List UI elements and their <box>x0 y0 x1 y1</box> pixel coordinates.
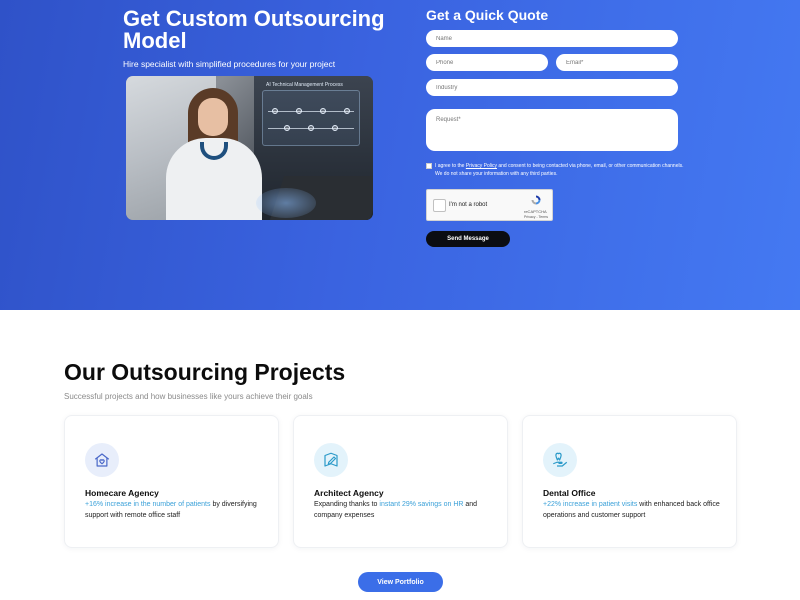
privacy-policy-link[interactable]: Privacy Policy <box>466 163 497 169</box>
hero-title: Get Custom Outsourcing Model <box>123 6 385 53</box>
card-desc-lead: Expanding thanks to <box>314 501 380 508</box>
project-card-dental: Dental Office +22% increase in patient v… <box>522 415 737 548</box>
person-face <box>198 98 228 136</box>
hologram-node <box>272 108 278 114</box>
blueprint-pen-icon <box>314 443 348 477</box>
hero-image-overlay-text: AI Technical Management Process <box>266 82 343 88</box>
name-input[interactable] <box>426 30 678 47</box>
hologram-glow <box>256 188 316 218</box>
card-desc-highlight: +22% increase in patient visits <box>543 501 638 508</box>
hero-subtitle: Hire specialist with simplified procedur… <box>123 59 336 69</box>
quote-form-title: Get a Quick Quote <box>426 7 549 23</box>
projects-subtitle: Successful projects and how businesses l… <box>64 392 313 401</box>
project-card-architect: Architect Agency Expanding thanks to ins… <box>293 415 508 548</box>
hologram-node <box>344 108 350 114</box>
send-message-button[interactable]: Send Message <box>426 231 510 247</box>
hologram-node <box>296 108 302 114</box>
tooth-hand-icon <box>543 443 577 477</box>
request-textarea[interactable] <box>426 109 678 151</box>
consent-checkbox[interactable] <box>426 163 432 169</box>
hologram-panel <box>262 90 360 146</box>
hologram-node <box>332 125 338 131</box>
industry-input[interactable] <box>426 79 678 96</box>
phone-input[interactable] <box>426 54 548 71</box>
email-input[interactable] <box>556 54 678 71</box>
hologram-node <box>320 108 326 114</box>
project-card-title: Architect Agency <box>314 488 384 498</box>
recaptcha-terms-link[interactable]: Privacy - Terms <box>524 215 548 219</box>
project-card-title: Dental Office <box>543 488 596 498</box>
hologram-node <box>308 125 314 131</box>
recaptcha-label: I'm not a robot <box>449 202 488 208</box>
consent-text: I agree to the Privacy Policy and consen… <box>435 162 685 178</box>
recaptcha-logo-icon <box>531 195 541 205</box>
view-portfolio-button[interactable]: View Portfolio <box>358 572 443 592</box>
recaptcha-widget: I'm not a robot reCAPTCHA Privacy - Term… <box>426 189 553 221</box>
hero-section: Get Custom Outsourcing Model Hire specia… <box>0 0 800 310</box>
project-card-title: Homecare Agency <box>85 488 159 498</box>
project-card-homecare: Homecare Agency +16% increase in the num… <box>64 415 279 548</box>
recaptcha-checkbox[interactable] <box>433 199 446 212</box>
project-card-description: +22% increase in patient visits with enh… <box>543 499 723 521</box>
project-card-description: Expanding thanks to instant 29% savings … <box>314 499 494 521</box>
consent-prefix: I agree to the <box>435 163 466 169</box>
card-desc-highlight: instant 29% savings on HR <box>379 501 464 508</box>
home-heart-icon <box>85 443 119 477</box>
hologram-node <box>284 125 290 131</box>
hero-image: AI Technical Management Process <box>126 76 373 220</box>
project-card-description: +16% increase in the number of patients … <box>85 499 265 521</box>
hologram-line <box>268 111 354 112</box>
projects-title: Our Outsourcing Projects <box>64 359 346 385</box>
recaptcha-brand: reCAPTCHA <box>524 209 547 214</box>
card-desc-highlight: +16% increase in the number of patients <box>85 501 211 508</box>
